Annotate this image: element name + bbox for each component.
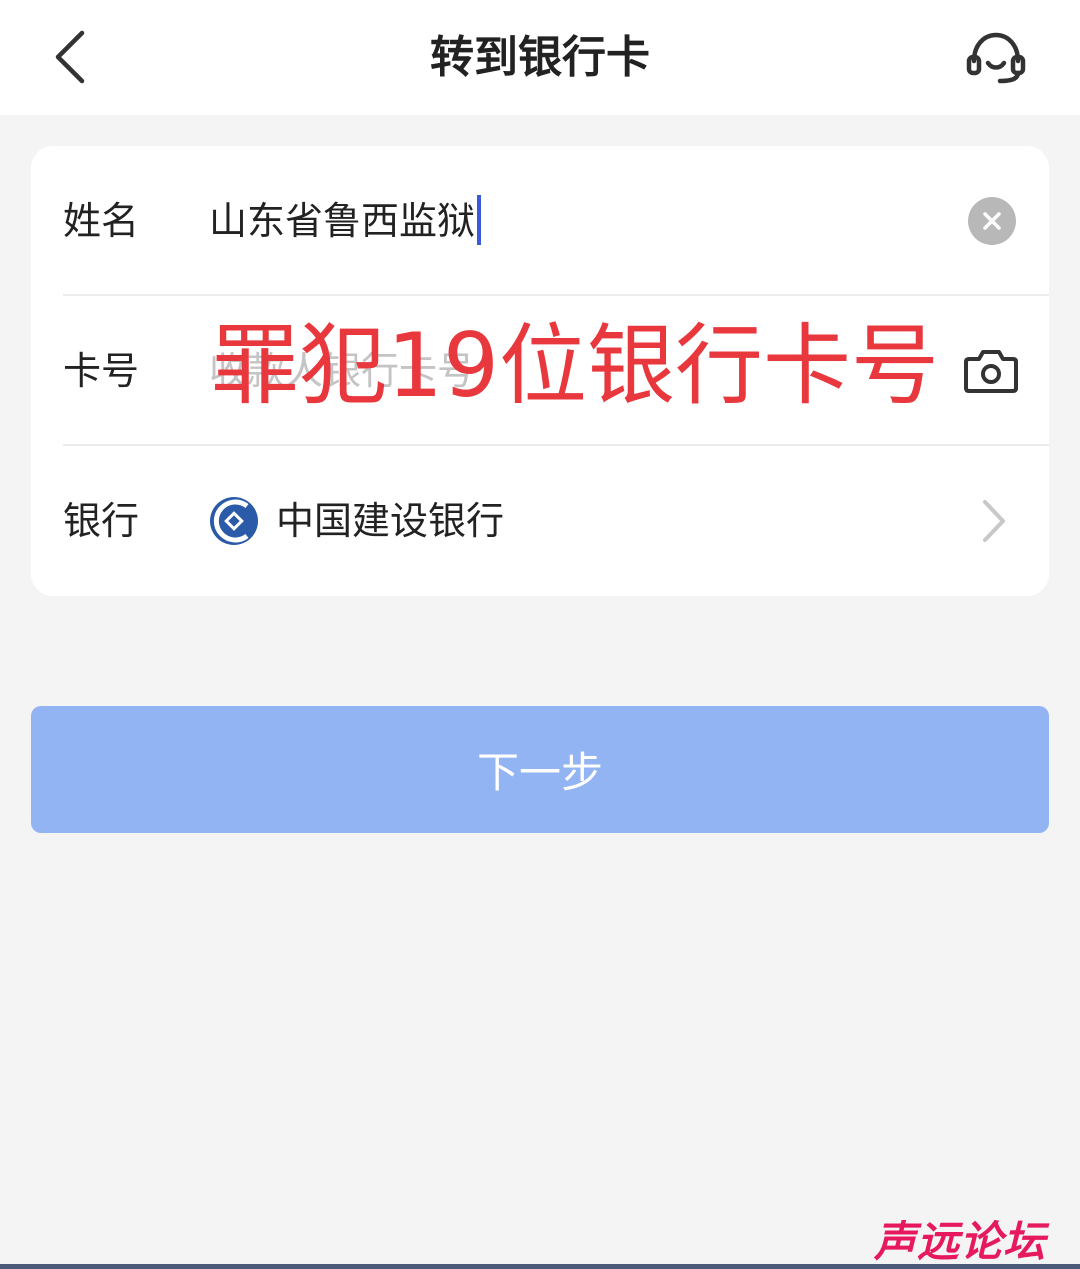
- next-step-button[interactable]: 下一步: [31, 706, 1049, 833]
- ccb-logo-icon: [210, 497, 258, 545]
- text-cursor: [477, 194, 482, 245]
- scan-card-button[interactable]: [961, 341, 1021, 401]
- navigation-bar: 转到银行卡: [0, 0, 1080, 115]
- page-title: 转到银行卡: [430, 32, 650, 83]
- headset-icon: [966, 32, 1026, 84]
- clear-name-button[interactable]: [968, 197, 1016, 245]
- chevron-right-icon: [983, 500, 1005, 542]
- camera-icon: [964, 350, 1018, 393]
- customer-support-button[interactable]: [958, 22, 1034, 92]
- card-number-label: 卡号: [63, 349, 140, 393]
- bank-row: 银行 中国建设银行: [31, 446, 1049, 596]
- bank-name: 中国建设银行: [276, 499, 505, 543]
- name-value: 山东省鲁西监狱: [209, 199, 476, 243]
- card-number-row: 卡号 罪犯19位银行卡号: [31, 296, 1049, 446]
- bank-selector[interactable]: [31, 446, 1049, 596]
- bank-label: 银行: [63, 499, 140, 543]
- bottom-strip: [0, 1264, 1080, 1269]
- back-button[interactable]: [40, 22, 100, 92]
- card-number-input[interactable]: [209, 336, 909, 406]
- forum-watermark: 声远论坛: [874, 1217, 1047, 1266]
- clear-icon: [983, 212, 1001, 230]
- name-field[interactable]: 山东省鲁西监狱: [209, 146, 482, 296]
- chevron-left-icon: [55, 30, 85, 84]
- transfer-form-card: 姓名 山东省鲁西监狱 卡号 罪犯19位银行卡号 银行: [31, 146, 1049, 596]
- name-row: 姓名 山东省鲁西监狱: [31, 146, 1049, 296]
- name-label: 姓名: [63, 199, 140, 243]
